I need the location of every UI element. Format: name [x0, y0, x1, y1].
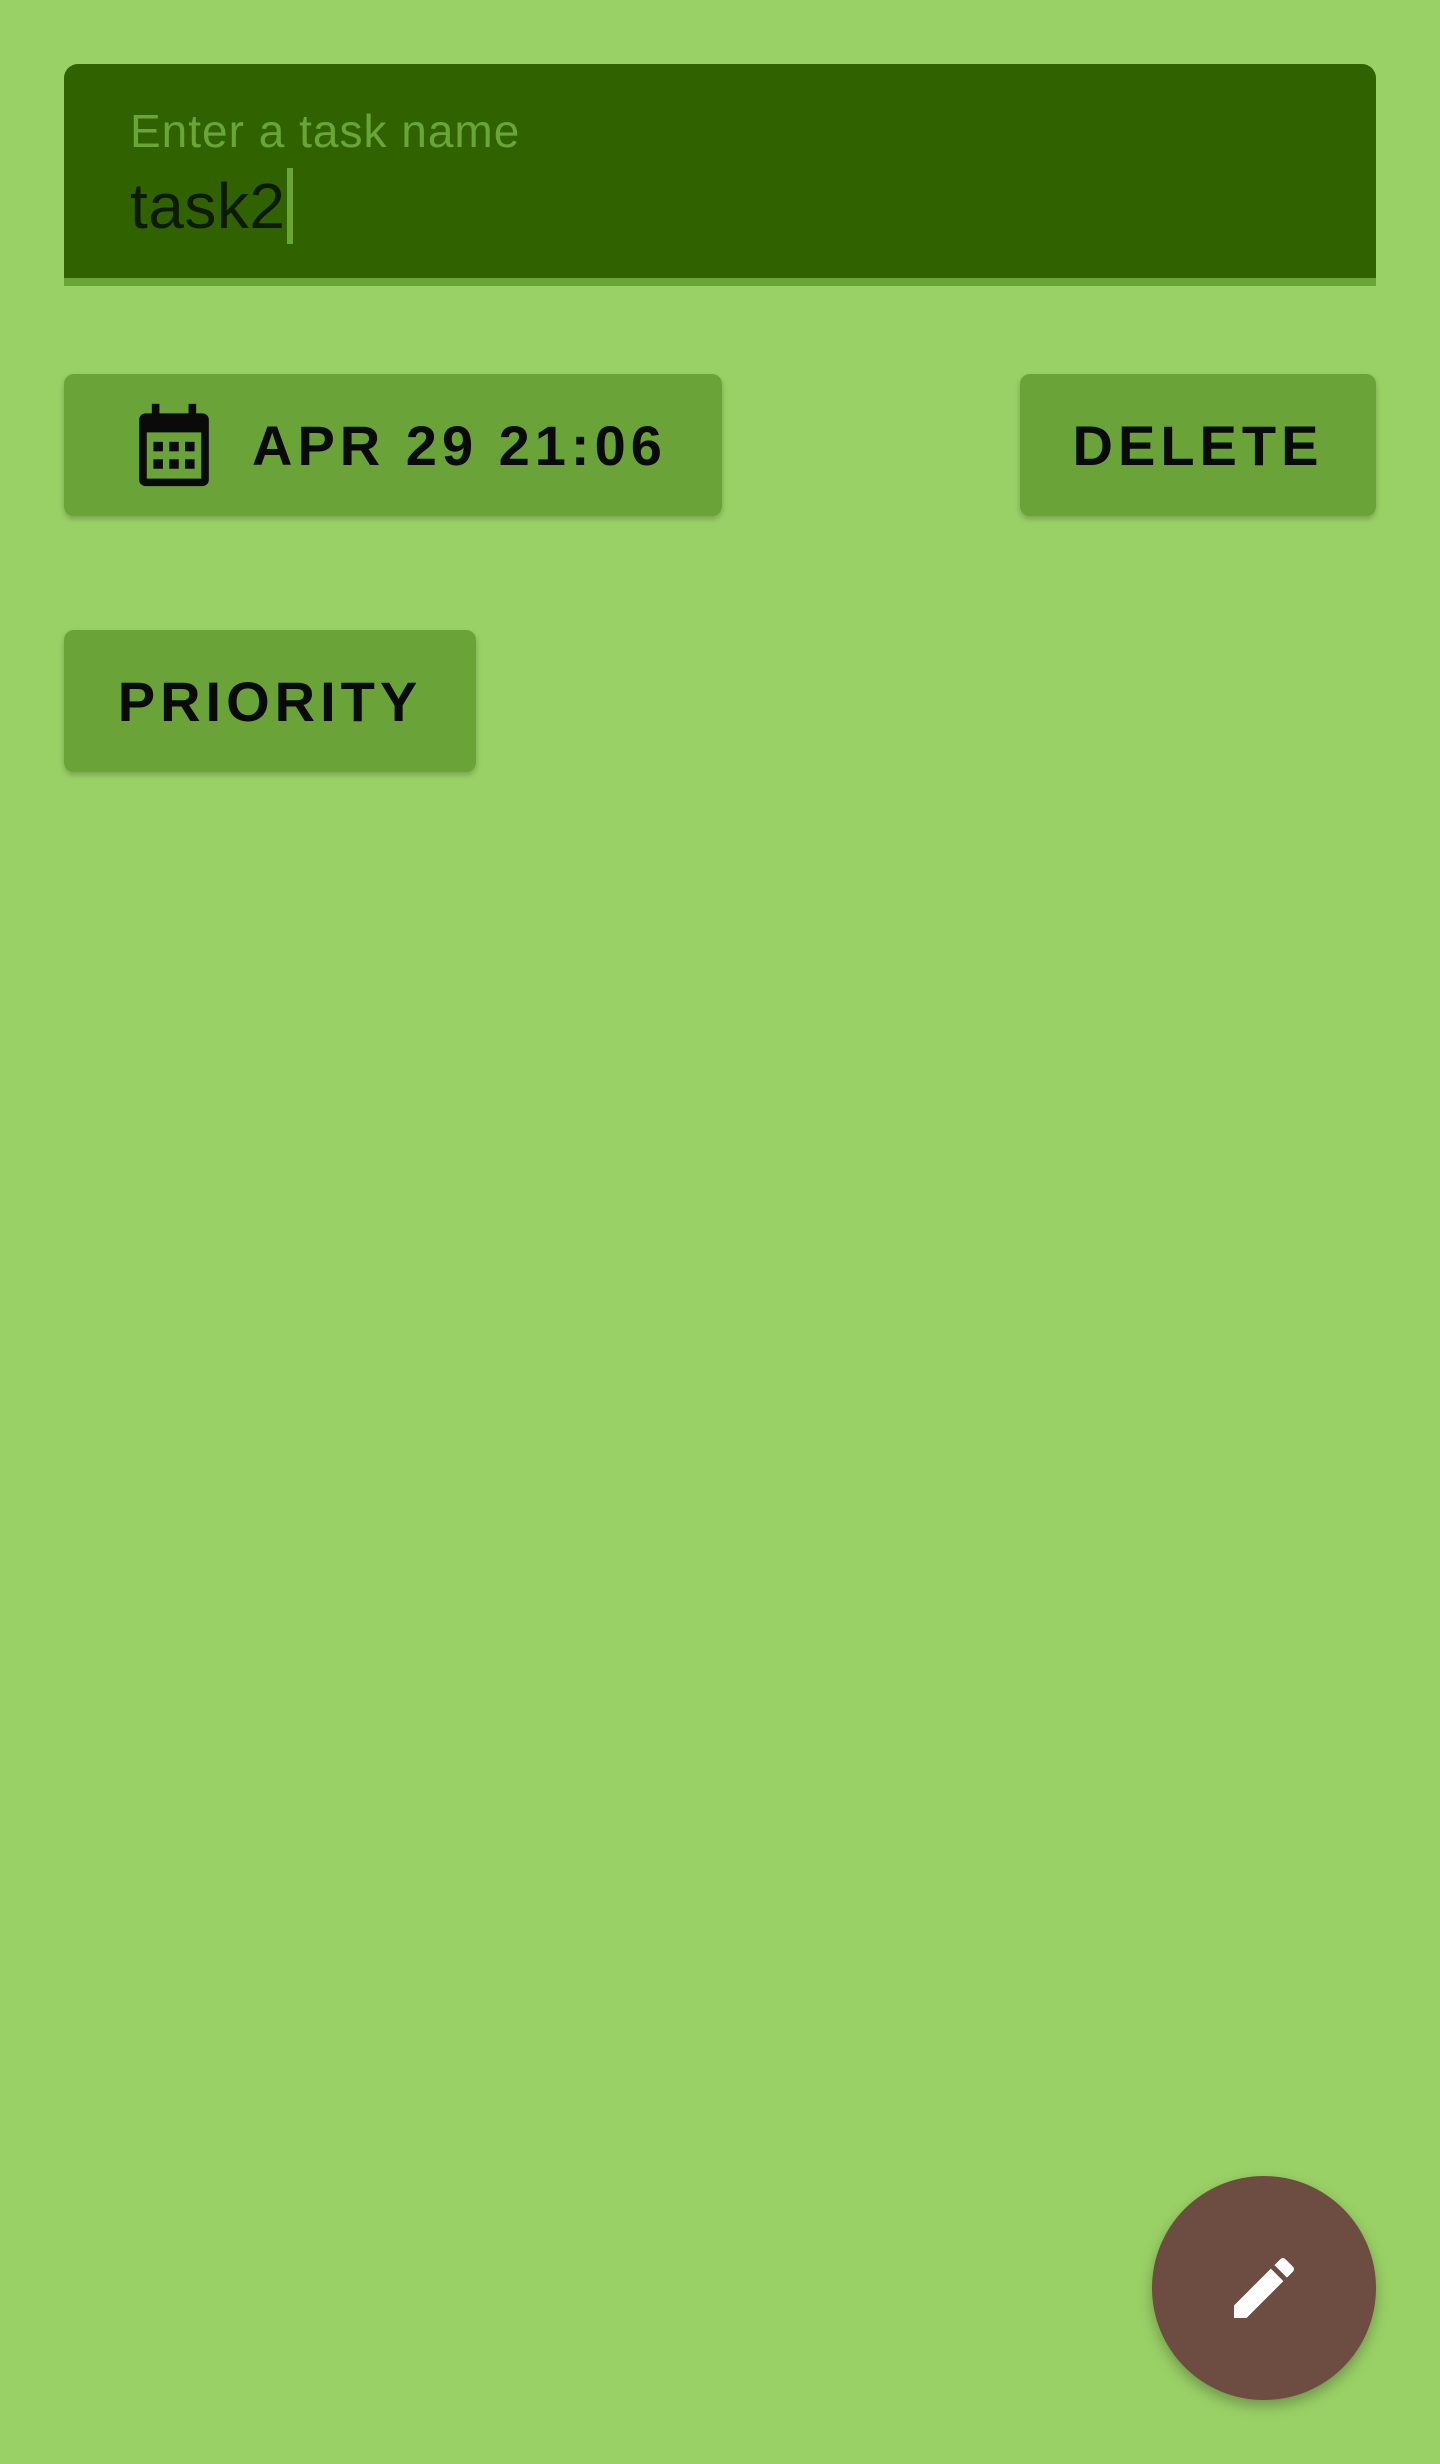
delete-label: DELETE: [1072, 413, 1324, 477]
delete-button[interactable]: DELETE: [1020, 374, 1376, 516]
priority-button[interactable]: PRIORITY: [64, 630, 476, 772]
date-time-button[interactable]: APR 29 21:06: [64, 374, 722, 516]
edit-fab-button[interactable]: [1152, 2176, 1376, 2400]
priority-label: PRIORITY: [117, 669, 423, 733]
date-time-label: APR 29 21:06: [252, 413, 667, 477]
task-name-value: task2: [130, 170, 286, 242]
text-caret: [287, 168, 294, 244]
task-name-label: Enter a task name: [130, 105, 521, 157]
pencil-icon: [1224, 2248, 1304, 2328]
calendar-icon: [136, 403, 212, 487]
task-name-field[interactable]: Enter a task name task2: [64, 64, 1376, 286]
task-name-input[interactable]: task2: [130, 168, 294, 244]
field-underline: [64, 278, 1376, 286]
